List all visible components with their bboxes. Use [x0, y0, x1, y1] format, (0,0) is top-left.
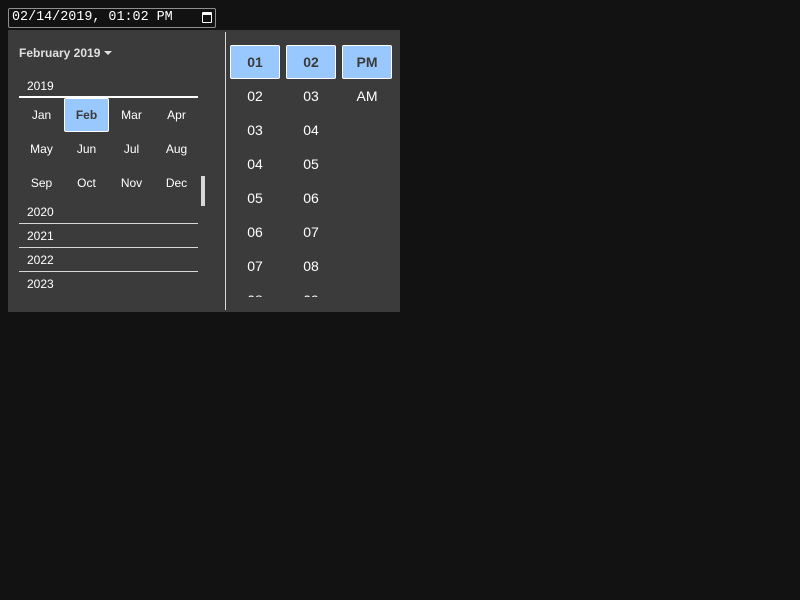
month-cell-aug[interactable]: Aug [154, 132, 198, 166]
month-year-label: February 2019 [19, 46, 101, 60]
year-row-2020[interactable]: 2020 [19, 200, 198, 224]
meridiem-option-pm[interactable]: PM [342, 45, 392, 79]
year-row-2021[interactable]: 2021 [19, 224, 198, 248]
month-cell-jul[interactable]: Jul [109, 132, 154, 166]
hour-option-08[interactable]: 08 [230, 283, 280, 297]
hour-option-04[interactable]: 04 [230, 147, 280, 181]
minute-option-04[interactable]: 04 [286, 113, 336, 147]
month-cell-mar[interactable]: Mar [109, 98, 154, 132]
year-row-selected[interactable]: 2019 [19, 74, 198, 98]
months-grid: Jan Feb Mar Apr May Jun Jul Aug Sep Oct Nov Dec [19, 98, 198, 200]
minute-option-05[interactable]: 05 [286, 147, 336, 181]
month-cell-jan[interactable]: Jan [19, 98, 64, 132]
month-cell-apr[interactable]: Apr [154, 98, 198, 132]
month-cell-may[interactable]: May [19, 132, 64, 166]
datetime-picker-popup: February 2019 2019 Jan Feb Mar Apr May Jun Jul… [8, 30, 400, 312]
date-time-divider [225, 32, 226, 310]
datetime-input[interactable]: 02/14/2019, 01:02 PM [8, 8, 216, 28]
month-cell-oct[interactable]: Oct [64, 166, 109, 200]
year-month-list[interactable]: 2019 Jan Feb Mar Apr May Jun Jul Aug Sep Oct Nov De… [19, 74, 198, 298]
hour-option-01[interactable]: 01 [230, 45, 280, 79]
minute-option-09[interactable]: 09 [286, 283, 336, 297]
month-year-dropdown[interactable]: February 2019 [19, 46, 113, 60]
month-cell-dec[interactable]: Dec [154, 166, 198, 200]
meridiem-option-am[interactable]: AM [342, 79, 392, 113]
month-cell-sep[interactable]: Sep [19, 166, 64, 200]
meridiem-column[interactable]: PM AM [342, 45, 392, 297]
calendar-icon[interactable] [202, 12, 212, 23]
time-columns: 0102030405060708 0203040506070809 PMAM [230, 45, 398, 297]
hour-option-07[interactable]: 07 [230, 249, 280, 283]
minute-column[interactable]: 0203040506070809 [286, 45, 336, 297]
hour-option-03[interactable]: 03 [230, 113, 280, 147]
year-row-2023[interactable]: 2023 [19, 272, 198, 296]
month-cell-jun[interactable]: Jun [64, 132, 109, 166]
minute-option-03[interactable]: 03 [286, 79, 336, 113]
month-cell-nov[interactable]: Nov [109, 166, 154, 200]
year-list-scrollbar[interactable] [201, 176, 205, 206]
chevron-down-icon [104, 51, 113, 55]
month-cell-feb[interactable]: Feb [64, 98, 109, 132]
minute-option-07[interactable]: 07 [286, 215, 336, 249]
year-row-2022[interactable]: 2022 [19, 248, 198, 272]
hour-option-06[interactable]: 06 [230, 215, 280, 249]
hour-option-05[interactable]: 05 [230, 181, 280, 215]
minute-option-08[interactable]: 08 [286, 249, 336, 283]
minute-option-02[interactable]: 02 [286, 45, 336, 79]
datetime-value[interactable]: 02/14/2019, 01:02 PM [12, 9, 173, 27]
hour-column[interactable]: 0102030405060708 [230, 45, 280, 297]
minute-option-06[interactable]: 06 [286, 181, 336, 215]
hour-option-02[interactable]: 02 [230, 79, 280, 113]
